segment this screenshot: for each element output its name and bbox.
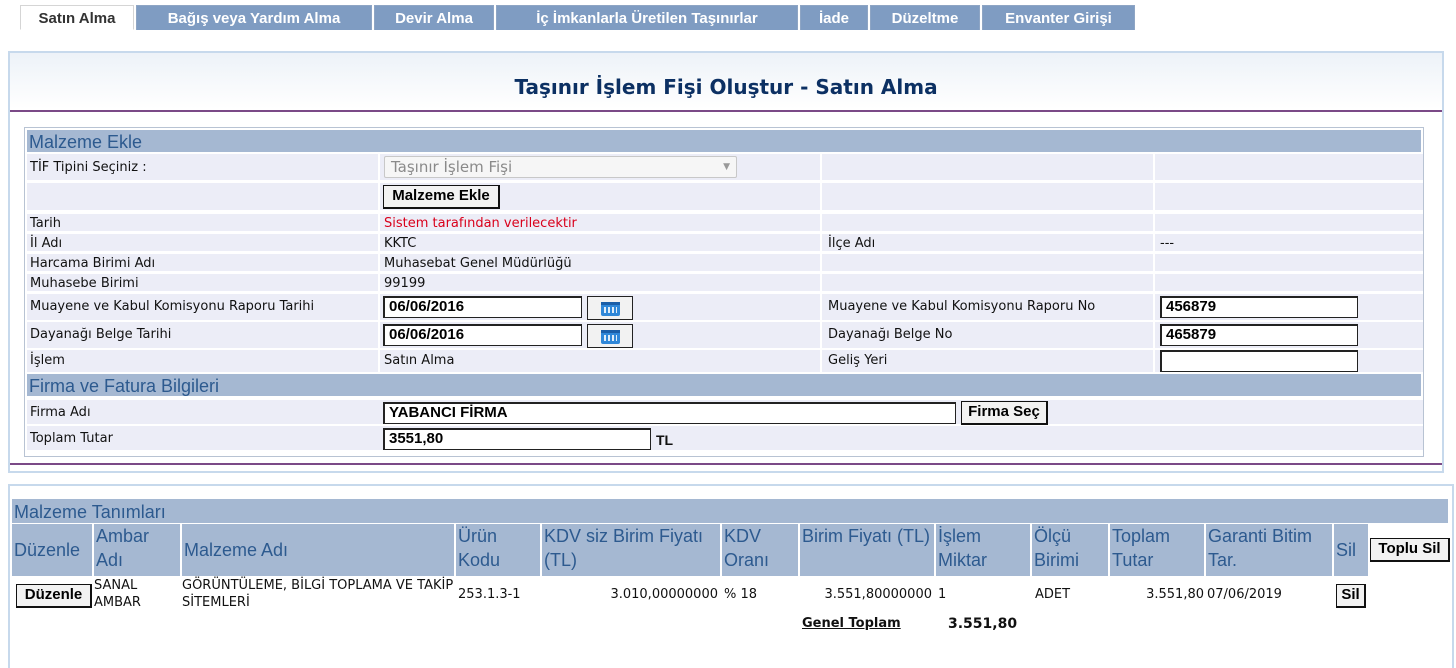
column-header-kdvsiz-fiyat: KDV siz Birim Fiyatı (TL) — [542, 524, 720, 576]
column-header-malzeme: Malzeme Adı — [182, 524, 454, 576]
ilce-label: İlçe Adı — [828, 236, 876, 251]
toplam-tutar-label: Toplam Tutar — [30, 431, 113, 446]
birim-fiyat-cell: 3.551,80000000 — [824, 587, 932, 602]
divider — [10, 110, 1442, 112]
il-value: KKTC — [384, 236, 417, 251]
column-separator — [820, 154, 822, 372]
tab-satin-alma[interactable]: Satın Alma — [20, 5, 134, 30]
form-row — [27, 274, 1423, 291]
column-header-urun-kodu: Ürün Kodu — [456, 524, 540, 576]
tab-bagis-veya-yardim-alma[interactable]: Bağış veya Yardım Alma — [136, 5, 372, 30]
gelis-yeri-input[interactable] — [1160, 350, 1358, 372]
tab-devir-alma[interactable]: Devir Alma — [374, 5, 494, 30]
tab-duzeltme[interactable]: Düzeltme — [870, 5, 980, 30]
toplam-tutar-input[interactable]: 3551,80 — [383, 428, 651, 450]
column-header-ambar: Ambar Adı — [94, 524, 180, 576]
kdv-orani-cell: % 18 — [724, 587, 758, 602]
muayene-tarih-label: Muayene ve Kabul Komisyonu Raporu Tarihi — [30, 299, 315, 314]
tif-type-select-value: Taşınır İşlem Fişi — [391, 158, 513, 176]
dayanak-no-input[interactable]: 465879 — [1160, 324, 1358, 346]
form-row — [27, 426, 1423, 450]
firma-adi-input[interactable]: YABANCI FİRMA — [383, 402, 956, 424]
calendar-icon — [601, 302, 620, 316]
garanti-cell: 07/06/2019 — [1207, 587, 1282, 602]
column-header-olcu-birimi: Ölçü Birimi — [1032, 524, 1108, 576]
tif-type-select[interactable]: Taşınır İşlem Fişi ▼ — [384, 156, 737, 178]
firma-sec-button[interactable]: Firma Seç — [961, 401, 1048, 425]
olcu-birimi-cell: ADET — [1035, 587, 1071, 602]
column-header-birim-fiyat: Birim Fiyatı (TL) — [800, 524, 934, 576]
tab-iade[interactable]: İade — [800, 5, 868, 30]
malzeme-tanimlari-panel: Malzeme Tanımları Düzenle Ambar Adı Malz… — [8, 484, 1454, 668]
islem-value: Satın Alma — [384, 353, 455, 368]
column-separator — [378, 154, 380, 372]
column-header-kdv-orani: KDV Oranı — [722, 524, 798, 576]
form-container: Malzeme Ekle TİF Tipini Seçiniz : Taşını… — [24, 127, 1424, 457]
urun-kodu-cell: 253.1.3-1 — [458, 587, 521, 602]
fis-olustur-panel: Taşınır İşlem Fişi Oluştur - Satın Alma … — [8, 51, 1444, 473]
harcama-birimi-label: Harcama Birimi Adı — [30, 256, 156, 271]
currency-label: TL — [656, 432, 674, 448]
gelis-yeri-label: Geliş Yeri — [828, 353, 888, 368]
tab-ic-imkanlarla-uretilen[interactable]: İç İmkanlarla Üretilen Taşınırlar — [496, 5, 798, 30]
toplam-tutar-cell: 3.551,80 — [1146, 587, 1204, 602]
ambar-cell: SANAL AMBAR — [94, 578, 141, 610]
harcama-birimi-value: Muhasebat Genel Müdürlüğü — [384, 256, 572, 271]
genel-toplam-label: Genel Toplam — [802, 616, 901, 631]
form-row — [27, 254, 1423, 271]
tarih-label: Tarih — [30, 216, 61, 231]
dayanak-tarih-input[interactable]: 06/06/2016 — [383, 324, 582, 346]
column-header-duzenle: Düzenle — [12, 524, 92, 576]
column-header-garanti: Garanti Bitim Tar. — [1206, 524, 1332, 576]
add-material-button[interactable]: Malzeme Ekle — [383, 185, 500, 209]
dayanak-tarih-label: Dayanağı Belge Tarihi — [30, 327, 172, 342]
malzeme-cell: GÖRÜNTÜLEME, BİLGİ TOPLAMA VE TAKİP SİTE… — [182, 578, 454, 610]
chevron-down-icon: ▼ — [723, 162, 730, 172]
column-separator — [1153, 154, 1155, 372]
firma-adi-label: Firma Adı — [30, 405, 91, 420]
dayanak-no-label: Dayanağı Belge No — [828, 327, 953, 342]
muayene-no-label: Muayene ve Kabul Komisyonu Raporu No — [828, 299, 1096, 314]
kdvsiz-fiyat-cell: 3.010,00000000 — [610, 587, 718, 602]
tif-label: TİF Tipini Seçiniz : — [30, 160, 147, 175]
edit-row-button[interactable]: Düzenle — [16, 584, 92, 608]
miktar-cell: 1 — [938, 587, 947, 602]
muhasebe-birimi-label: Muhasebe Birimi — [30, 276, 139, 291]
delete-row-button[interactable]: Sil — [1336, 584, 1366, 608]
muayene-no-input[interactable]: 456879 — [1160, 296, 1358, 318]
column-header-toplam-tutar: Toplam Tutar — [1110, 524, 1204, 576]
divider — [10, 463, 1442, 465]
muayene-tarih-input[interactable]: 06/06/2016 — [383, 296, 582, 318]
ilce-value: --- — [1160, 236, 1175, 251]
column-header-sil: Sil — [1334, 524, 1368, 576]
tarih-value: Sistem tarafından verilecektir — [384, 216, 577, 231]
muhasebe-birimi-value: 99199 — [384, 276, 426, 291]
muayene-tarih-calendar-button[interactable] — [587, 296, 633, 320]
genel-toplam-value: 3.551,80 — [948, 616, 1018, 632]
il-label: İl Adı — [30, 236, 63, 251]
dayanak-tarih-calendar-button[interactable] — [587, 324, 633, 348]
islem-label: İşlem — [30, 353, 65, 368]
section-heading-firma: Firma ve Fatura Bilgileri — [27, 374, 1421, 396]
form-row — [27, 214, 1423, 231]
page-title: Taşınır İşlem Fişi Oluştur - Satın Alma — [514, 75, 938, 99]
section-heading-malzeme-tanimlari: Malzeme Tanımları — [12, 499, 1448, 523]
form-row — [27, 183, 1423, 210]
tab-envanter-girisi[interactable]: Envanter Girişi — [982, 5, 1135, 30]
form-row — [27, 234, 1423, 251]
calendar-icon — [601, 330, 620, 344]
bulk-delete-button[interactable]: Toplu Sil — [1370, 538, 1450, 562]
column-header-islem-miktar: İşlem Miktar — [936, 524, 1030, 576]
section-heading-malzeme-ekle: Malzeme Ekle — [27, 130, 1421, 152]
